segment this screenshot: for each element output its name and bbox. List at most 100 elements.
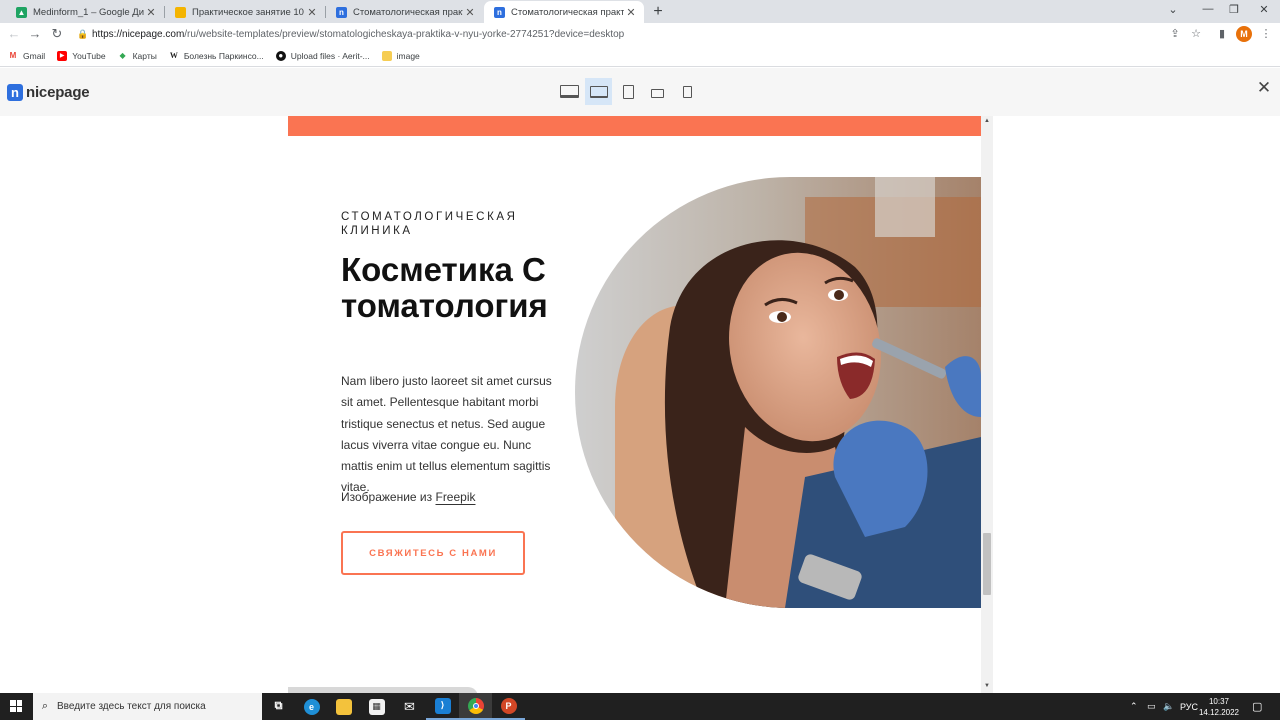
- volume-muted-icon[interactable]: 🔈: [1163, 693, 1175, 720]
- bookmark-label: Карты: [132, 51, 157, 61]
- chrome-menu-icon[interactable]: ⋮: [1258, 26, 1274, 42]
- url-path: /ru/website-templates/preview/stomatolog…: [184, 29, 625, 40]
- file-explorer-app[interactable]: [327, 693, 360, 720]
- mail-icon: ✉: [404, 698, 415, 714]
- image-credit: Изображение из Freepik: [341, 490, 476, 504]
- dentist-patient-image: [575, 177, 981, 608]
- forward-icon[interactable]: →: [27, 26, 43, 41]
- desktop-icon: [559, 85, 579, 98]
- google-slides-icon: [175, 6, 186, 18]
- clock-date: 14.12.2022: [1198, 708, 1240, 717]
- bookmark-wikipedia[interactable]: W Болезнь Паркинсо...: [169, 51, 264, 61]
- phone-landscape-icon: [650, 89, 664, 98]
- bookmark-image[interactable]: image: [381, 51, 420, 61]
- bookmark-github[interactable]: ● Upload files · Aerit-...: [275, 51, 370, 61]
- logo-text: nicepage: [26, 84, 90, 101]
- bookmark-star-icon[interactable]: ☆: [1188, 26, 1204, 42]
- tab-title: Стоматологическая практика в: [511, 6, 624, 18]
- taskbar-search-box[interactable]: ⌕ Введите здесь текст для поиска: [33, 693, 262, 720]
- close-tab-icon[interactable]: ✕: [305, 6, 319, 19]
- scroll-up-icon[interactable]: ▲: [981, 118, 993, 124]
- nicepage-logo[interactable]: n nicepage: [7, 84, 90, 101]
- chrome-app[interactable]: [459, 693, 492, 720]
- wikipedia-icon: W: [169, 51, 178, 60]
- bookmark-label: image: [396, 51, 420, 61]
- address-bar[interactable]: 🔒 https://nicepage.com/ru/website-templa…: [74, 25, 1164, 44]
- lock-icon[interactable]: 🔒: [74, 29, 92, 40]
- hero-kicker: СТОМАТОЛОГИЧЕСКАЯ КЛИНИКА: [341, 211, 518, 237]
- device-phone-landscape-button[interactable]: [646, 78, 668, 105]
- edge-app[interactable]: e: [295, 693, 328, 720]
- bookmark-gmail[interactable]: M Gmail: [8, 51, 46, 61]
- chrome-icon: [467, 697, 484, 714]
- device-laptop-button[interactable]: [585, 78, 612, 105]
- tablet-icon: [622, 84, 634, 99]
- clock-time: 10:37: [1208, 697, 1230, 706]
- vscode-app[interactable]: ⟩: [426, 693, 459, 720]
- windows-taskbar: ⌕ Введите здесь текст для поиска ⧉ e ▦ ✉…: [0, 693, 1280, 720]
- close-tab-icon[interactable]: ✕: [144, 6, 158, 19]
- bookmark-maps[interactable]: ◆ Карты: [118, 51, 157, 61]
- scrollbar-thumb[interactable]: [983, 533, 991, 595]
- edge-icon: e: [303, 698, 320, 715]
- hero-photo: [575, 177, 981, 608]
- task-view-icon: ⧉: [274, 700, 283, 712]
- side-panel-icon[interactable]: ▮: [1214, 26, 1230, 42]
- freepik-link[interactable]: Freepik: [435, 490, 475, 504]
- notification-icon[interactable]: ▢: [1252, 693, 1266, 720]
- accent-strip: [288, 116, 981, 136]
- bookmark-label: Болезнь Паркинсо...: [183, 51, 264, 61]
- task-view-button[interactable]: ⧉: [262, 693, 295, 720]
- laptop-icon: [589, 85, 608, 98]
- preview-viewport: СТОМАТОЛОГИЧЕСКАЯ КЛИНИКА Косметика Стом…: [0, 116, 1280, 693]
- tab-google-drive[interactable]: ▲ Medinform_1 – Google Диск ✕: [6, 1, 164, 23]
- device-desktop-button[interactable]: [556, 78, 582, 105]
- powerpoint-app[interactable]: P: [492, 693, 525, 720]
- template-page: СТОМАТОЛОГИЧЕСКАЯ КЛИНИКА Косметика Стом…: [288, 116, 981, 693]
- preview-scrollbar[interactable]: ▲ ▼: [981, 116, 993, 693]
- reload-icon[interactable]: ↻: [49, 26, 65, 42]
- scroll-down-icon[interactable]: ▼: [981, 683, 993, 689]
- folder-icon: [335, 698, 352, 715]
- system-clock[interactable]: 10:37 14.12.2022: [1196, 696, 1242, 718]
- tab-title: Стоматологическая практика в: [353, 6, 463, 18]
- minimize-icon[interactable]: —: [1198, 3, 1218, 15]
- close-tab-icon[interactable]: ✕: [463, 6, 477, 19]
- store-icon: ▦: [368, 698, 385, 715]
- nicepage-icon: n: [494, 6, 505, 18]
- contact-us-button[interactable]: СВЯЖИТЕСЬ С НАМИ: [341, 531, 525, 575]
- close-preview-icon[interactable]: ✕: [1256, 78, 1272, 98]
- device-tablet-button[interactable]: [617, 78, 639, 105]
- close-tab-icon[interactable]: ✕: [624, 6, 638, 19]
- tab-title: Практическое занятие 10 - Goo: [192, 6, 305, 18]
- bookmarks-bar: M Gmail ▶ YouTube ◆ Карты W Болезнь Парк…: [0, 46, 1280, 67]
- url-host: https://nicepage.com: [92, 29, 185, 40]
- bookmark-label: YouTube: [72, 51, 106, 61]
- bookmark-youtube[interactable]: ▶ YouTube: [57, 51, 106, 61]
- profile-avatar[interactable]: M: [1236, 26, 1252, 42]
- network-icon[interactable]: ▭: [1147, 693, 1159, 720]
- tab-nicepage-1[interactable]: n Стоматологическая практика в ✕: [326, 1, 483, 23]
- new-tab-icon[interactable]: +: [650, 3, 666, 21]
- browser-toolbar: ← → ↻ 🔒 https://nicepage.com/ru/website-…: [0, 23, 1280, 46]
- browser-tab-strip: ▲ Medinform_1 – Google Диск ✕ Практическ…: [0, 0, 1280, 23]
- store-app[interactable]: ▦: [360, 693, 393, 720]
- device-phone-portrait-button[interactable]: [676, 78, 698, 105]
- mail-app[interactable]: ✉: [393, 693, 426, 720]
- tab-google-slides[interactable]: Практическое занятие 10 - Goo ✕: [165, 1, 325, 23]
- tray-chevron-icon[interactable]: ⌃: [1130, 693, 1142, 720]
- nicepage-logo-icon: n: [7, 84, 23, 101]
- search-placeholder: Введите здесь текст для поиска: [57, 701, 206, 712]
- search-icon: ⌕: [41, 700, 49, 712]
- tab-search-icon[interactable]: ⌄: [1163, 3, 1183, 16]
- share-icon[interactable]: ⇪: [1167, 26, 1183, 42]
- tab-title: Medinform_1 – Google Диск: [33, 6, 144, 18]
- phone-portrait-icon: [682, 85, 692, 98]
- windows-start-icon[interactable]: [10, 700, 22, 712]
- window-close-icon[interactable]: ✕: [1254, 3, 1274, 16]
- folder-icon: [381, 51, 392, 61]
- tab-nicepage-active[interactable]: n Стоматологическая практика в ✕: [484, 1, 644, 23]
- bookmark-label: Gmail: [23, 51, 46, 61]
- restore-icon[interactable]: ❐: [1224, 3, 1244, 16]
- back-icon[interactable]: ←: [6, 26, 22, 41]
